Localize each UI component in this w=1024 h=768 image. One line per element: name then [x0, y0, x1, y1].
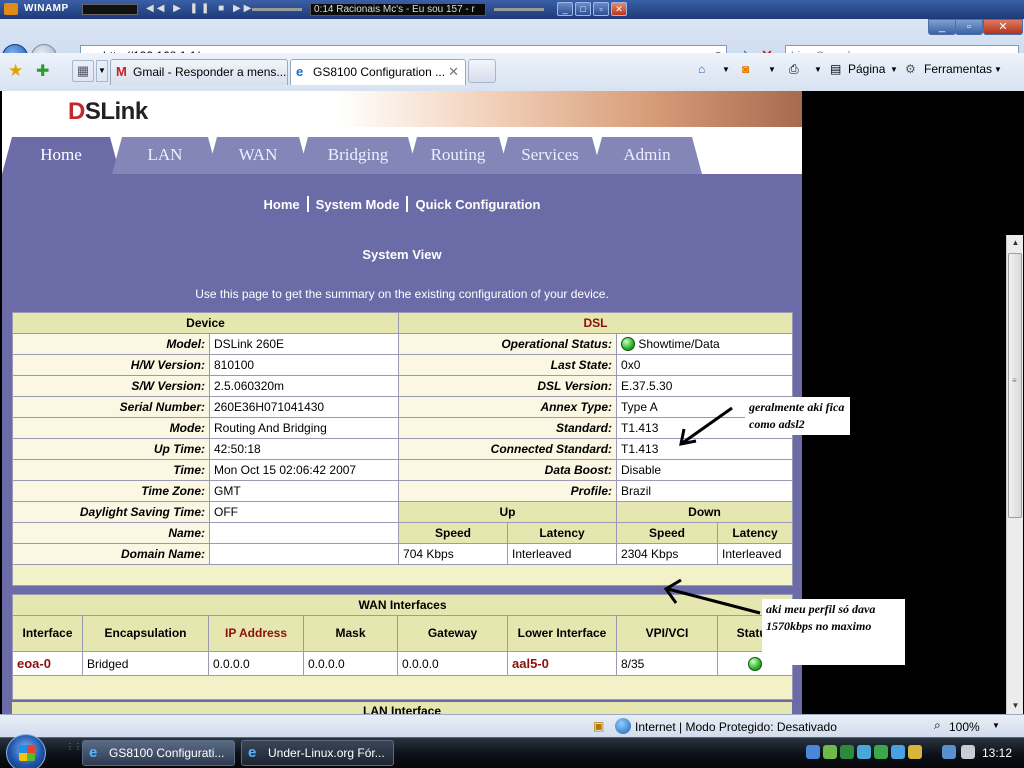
- winamp-bar: WINAMP ◀◀ ▶ ❚❚ ■ ▶▶ 0:14 Racionais Mc's …: [0, 0, 1024, 19]
- tab-gs8100[interactable]: e GS8100 Configuration ... ✕: [290, 59, 466, 85]
- page-menu[interactable]: Página: [848, 62, 885, 76]
- vertical-scrollbar[interactable]: ▲ ≡ ▼: [1006, 235, 1023, 714]
- arrow-to-standard: [680, 406, 733, 446]
- print-icon[interactable]: ⎙: [789, 62, 799, 77]
- winamp-track-display: 0:14 Racionais Mc's - Eu sou 157 - r: [310, 3, 486, 16]
- tab-strip: ★ ✚ ▦ ▼ M Gmail - Responder a mens... e …: [0, 53, 1024, 91]
- annotation-standard-note: geralmente aki fica como adsl2: [745, 397, 850, 435]
- tab-list-dropdown[interactable]: ▼: [96, 60, 108, 82]
- winamp-visualizer: [82, 4, 138, 15]
- home-icon[interactable]: ⌂: [698, 62, 705, 76]
- tab-label: Gmail - Responder a mens...: [133, 65, 287, 79]
- tools-gear-icon: ⚙: [905, 62, 916, 76]
- tray-app-icon[interactable]: [874, 745, 888, 759]
- scrollbar-thumb[interactable]: ≡: [1008, 253, 1022, 518]
- feeds-icon[interactable]: ◙: [742, 62, 749, 76]
- tray-app-icon[interactable]: [908, 745, 922, 759]
- clock[interactable]: 13:12: [982, 746, 1012, 760]
- page-menu-icon: ▤: [830, 62, 842, 76]
- feeds-dropdown-icon[interactable]: ▼: [768, 65, 776, 74]
- winamp-seek-slider[interactable]: [252, 8, 302, 11]
- network-icon[interactable]: [806, 745, 820, 759]
- zoom-magnifier-icon: ⌕: [934, 718, 941, 732]
- window-minimize-button[interactable]: _: [928, 19, 956, 35]
- winamp-close-button[interactable]: ✕: [611, 2, 627, 16]
- ie-page-icon: e: [296, 64, 304, 79]
- new-tab-button[interactable]: [468, 59, 496, 83]
- zoom-dropdown-icon[interactable]: ▼: [992, 721, 1000, 730]
- gmail-icon: M: [116, 64, 127, 79]
- winamp-playback-controls[interactable]: ◀◀ ▶ ❚❚ ■ ▶▶: [146, 3, 254, 14]
- scrollbar-grip-icon: ≡: [1012, 376, 1017, 385]
- page-viewport: DSLink Home LAN WAN Bridging Routing Ser…: [0, 91, 1006, 714]
- favorites-star-icon[interactable]: ★: [8, 61, 23, 81]
- window-close-button[interactable]: ✕: [983, 19, 1023, 35]
- screen: WINAMP ◀◀ ▶ ❚❚ ■ ▶▶ 0:14 Racionais Mc's …: [0, 0, 1024, 768]
- tools-menu[interactable]: Ferramentas: [924, 62, 992, 76]
- winamp-title: WINAMP: [24, 3, 69, 14]
- taskbar: ⋮⋮ e GS8100 Configurati... e Under-Linux…: [0, 734, 1024, 768]
- volume-icon[interactable]: [961, 745, 975, 759]
- tray-app-icon[interactable]: [857, 745, 871, 759]
- taskbar-button-label: Under-Linux.org Fór...: [268, 746, 385, 760]
- quick-tabs-button[interactable]: ▦: [72, 60, 94, 82]
- scroll-up-arrow-icon[interactable]: ▲: [1007, 235, 1024, 251]
- tray-app-icon[interactable]: [891, 745, 905, 759]
- status-bar: ▣ Internet | Modo Protegido: Desativado …: [0, 714, 1024, 737]
- system-tray: 13:12: [806, 740, 1024, 766]
- tab-close-icon[interactable]: ✕: [448, 60, 459, 84]
- winamp-volume-slider[interactable]: [494, 8, 544, 11]
- scroll-down-arrow-icon[interactable]: ▼: [1007, 698, 1024, 714]
- annotation-rate-note: aki meu perfil só dava 1570kbps no maxim…: [762, 599, 905, 665]
- zoom-level[interactable]: 100%: [949, 720, 980, 734]
- tray-app-icon[interactable]: [840, 745, 854, 759]
- quicklaunch-grip: ⋮⋮: [66, 742, 82, 751]
- security-report-icon[interactable]: ▣: [593, 719, 609, 733]
- internet-zone-globe-icon: [615, 718, 631, 734]
- taskbar-button-gs8100[interactable]: e GS8100 Configurati...: [82, 740, 235, 766]
- network-connection-icon[interactable]: [942, 745, 956, 759]
- add-favorites-icon[interactable]: ✚: [36, 61, 49, 81]
- windows-logo-icon: [19, 745, 35, 761]
- home-dropdown-icon[interactable]: ▼: [722, 65, 730, 74]
- ie-icon: e: [89, 744, 98, 761]
- winamp-restore-button[interactable]: ▫: [593, 2, 609, 16]
- tab-label: GS8100 Configuration ...: [313, 65, 446, 79]
- messenger-icon[interactable]: [823, 745, 837, 759]
- ie-icon: e: [248, 744, 257, 761]
- window-maximize-button[interactable]: ▫: [955, 19, 983, 35]
- tab-gmail[interactable]: M Gmail - Responder a mens...: [110, 59, 288, 85]
- winamp-minimize-button[interactable]: _: [557, 2, 573, 16]
- taskbar-button-under-linux[interactable]: e Under-Linux.org Fór...: [241, 740, 394, 766]
- tools-dropdown-icon[interactable]: ▼: [994, 65, 1002, 74]
- browser-chrome: _ ▫ ✕ ← → ▼ e http://192.168.1.1/ ▼ ⇄ ✕ …: [0, 19, 1024, 91]
- arrow-to-down-speed: [667, 587, 761, 615]
- page-dropdown-icon[interactable]: ▼: [890, 65, 898, 74]
- winamp-shade-button[interactable]: □: [575, 2, 591, 16]
- start-button[interactable]: [6, 734, 46, 768]
- print-dropdown-icon[interactable]: ▼: [814, 65, 822, 74]
- security-zone-text[interactable]: Internet | Modo Protegido: Desativado: [635, 720, 837, 734]
- taskbar-button-label: GS8100 Configurati...: [109, 746, 225, 760]
- winamp-logo-icon: [4, 3, 18, 15]
